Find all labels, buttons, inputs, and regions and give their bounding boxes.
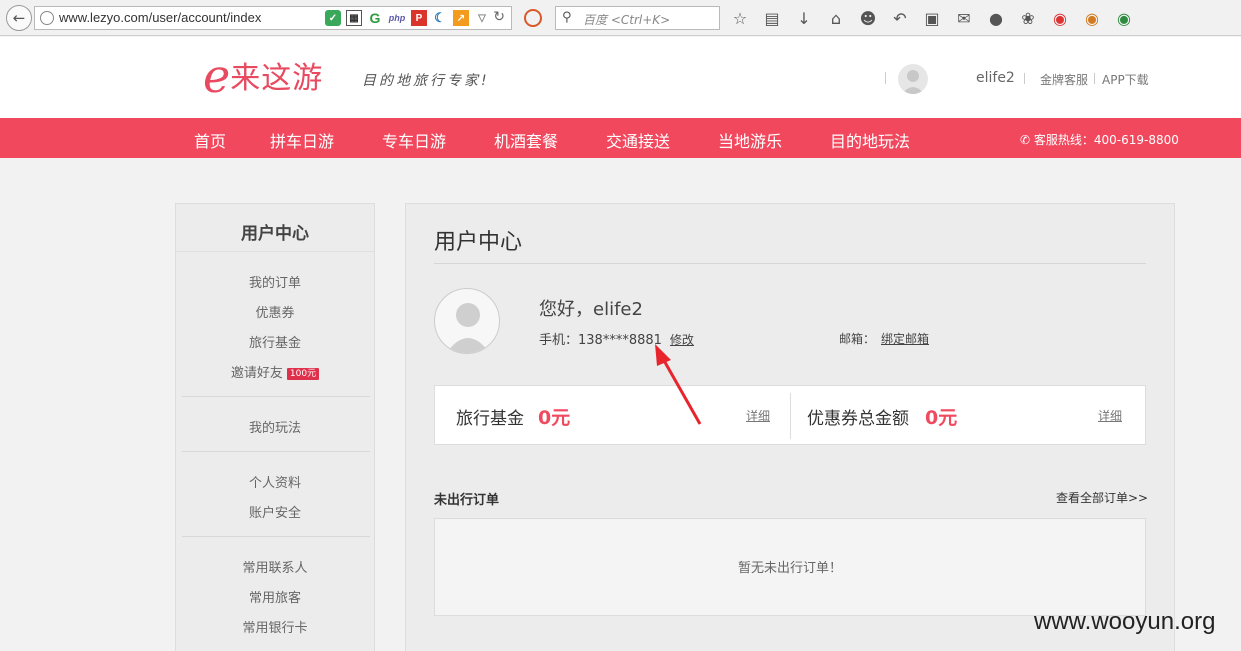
annotation-arrow <box>655 344 702 425</box>
watermark: www.wooyun.org <box>1034 608 1216 635</box>
